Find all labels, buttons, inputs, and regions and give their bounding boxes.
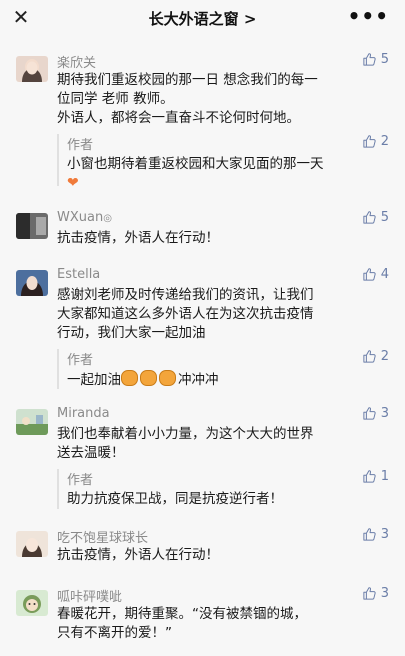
like-button[interactable]: 4	[362, 267, 389, 282]
fist-emoji-icon	[121, 370, 138, 386]
comment-text: 我们也奉献着小小力量，为这个大大的世界 送去温暖！	[57, 425, 377, 463]
thumbs-up-icon	[362, 586, 377, 601]
avatar[interactable]	[16, 56, 48, 82]
reply-like-button[interactable]: 2	[362, 134, 389, 149]
comment-text-line: 期待我们重返校园的那一日 想念我们的每一	[57, 72, 318, 88]
heart-icon: ❤	[67, 175, 79, 191]
name-badge-icon: ◎	[103, 213, 112, 224]
more-menu-icon[interactable]: •••	[348, 4, 389, 28]
comment-text-line: 春暖花开，期待重聚。“没有被禁锢的城，	[57, 606, 307, 622]
reply-author: 作者	[67, 353, 94, 368]
thumbs-up-icon	[362, 267, 377, 282]
avatar[interactable]	[16, 409, 48, 435]
like-button[interactable]: 3	[362, 527, 389, 542]
comment-text-line: 我们也奉献着小小力量，为这个大大的世界	[57, 426, 314, 442]
avatar[interactable]	[16, 590, 48, 616]
reply-text-content: 一起加油	[67, 372, 121, 388]
comment-text: 春暖花开，期待重聚。“没有被禁锢的城， 只有不离开的爱！”	[57, 605, 377, 643]
reply-author: 作者	[67, 473, 94, 488]
close-icon[interactable]: ✕	[10, 6, 32, 28]
thumbs-up-icon	[362, 52, 377, 67]
reply-like-count: 2	[380, 349, 389, 364]
author-reply: 作者 2 一起加油 冲冲冲	[57, 349, 389, 389]
reply-like-button[interactable]: 1	[362, 469, 389, 484]
reply-text: 助力抗疫保卫战，同是抗疫逆行者！	[67, 491, 283, 507]
commenter-name: 楽欣关	[57, 56, 97, 71]
thumbs-up-icon	[362, 527, 377, 542]
reply-text-suffix: 冲冲冲	[178, 372, 219, 388]
thumbs-up-icon	[362, 469, 377, 484]
reply-author: 作者	[67, 138, 94, 153]
comment-text: 抗击疫情，外语人在行动！	[57, 230, 219, 246]
avatar[interactable]	[16, 531, 48, 557]
like-button[interactable]: 5	[362, 210, 389, 225]
reply-text: 小窗也期待着重返校园和大家见面的那一天 ❤	[67, 155, 379, 193]
thumbs-up-icon	[362, 349, 377, 364]
comment-text-line: 行动，我们大家一起加油	[57, 325, 206, 341]
commenter-name: 呱咔砰噗呲	[57, 590, 123, 605]
thumbs-up-icon	[362, 210, 377, 225]
like-count: 5	[380, 52, 389, 67]
comment-text: 感谢刘老师及时传递给我们的资讯，让我们 大家都知道这么多外语人在为这次抗击疫情 …	[57, 286, 377, 343]
comment-text-line: 位同学 老师 教师。	[57, 91, 174, 107]
comment-text-line: 只有不离开的爱！”	[57, 625, 172, 641]
comment-text: 抗击疫情，外语人在行动！	[57, 547, 219, 563]
reply-text: 一起加油 冲冲冲	[67, 370, 379, 390]
comment-text-line: 外语人，都将会一直奋斗不论何时何地。	[57, 110, 300, 126]
avatar[interactable]	[16, 270, 48, 296]
comment-text-line: 大家都知道这么多外语人在为这次抗击疫情	[57, 306, 314, 322]
top-bar: ✕ 长大外语之窗 > •••	[0, 0, 405, 36]
like-count: 3	[380, 406, 389, 421]
reply-like-count: 1	[380, 469, 389, 484]
fist-emoji-icon	[159, 370, 176, 386]
fist-emoji-icon	[140, 370, 157, 386]
reply-like-button[interactable]: 2	[362, 349, 389, 364]
reply-like-count: 2	[380, 134, 389, 149]
thumbs-up-icon	[362, 406, 377, 421]
page-title[interactable]: 长大外语之窗 >	[149, 8, 257, 29]
commenter-name: Estella	[57, 267, 101, 282]
like-count: 3	[380, 527, 389, 542]
like-button[interactable]: 5	[362, 52, 389, 67]
like-count: 5	[380, 210, 389, 225]
like-button[interactable]: 3	[362, 406, 389, 421]
commenter-name-text: WXuan	[57, 210, 104, 225]
commenter-name: Miranda	[57, 406, 110, 421]
like-button[interactable]: 3	[362, 586, 389, 601]
reply-text-content: 小窗也期待着重返校园和大家见面的那一天	[67, 156, 324, 172]
author-reply: 作者 2 小窗也期待着重返校园和大家见面的那一天 ❤	[57, 134, 389, 191]
comment-text: 期待我们重返校园的那一日 想念我们的每一 位同学 老师 教师。 外语人，都将会一…	[57, 71, 377, 128]
comment-text-line: 送去温暖！	[57, 445, 125, 461]
commenter-name: WXuan◎	[57, 210, 112, 225]
commenter-name: 吃不饱星球球长	[57, 531, 149, 546]
author-reply: 作者 1 助力抗疫保卫战，同是抗疫逆行者！	[57, 469, 389, 509]
comment-text-line: 感谢刘老师及时传递给我们的资讯，让我们	[57, 287, 314, 303]
avatar[interactable]	[16, 213, 48, 239]
like-count: 3	[380, 586, 389, 601]
like-count: 4	[380, 267, 389, 282]
thumbs-up-icon	[362, 134, 377, 149]
